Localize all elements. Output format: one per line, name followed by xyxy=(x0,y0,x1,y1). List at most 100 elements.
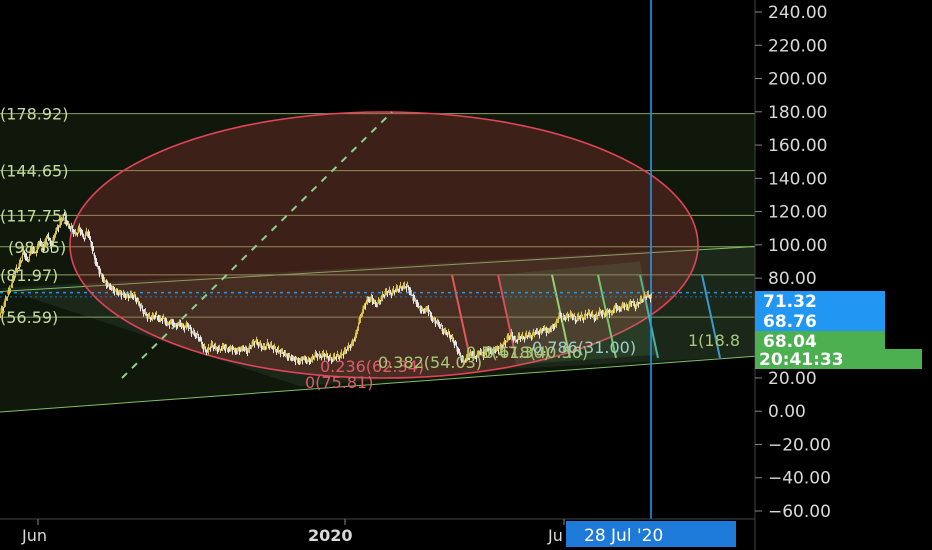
candle-body xyxy=(383,294,385,296)
candle-body xyxy=(592,315,594,317)
candle-body xyxy=(553,326,555,328)
candle-body xyxy=(169,322,171,324)
candle-body xyxy=(192,330,194,333)
candle-body xyxy=(92,249,94,252)
candle-body xyxy=(432,317,434,319)
candle-body xyxy=(342,353,344,356)
candle-body xyxy=(20,260,22,262)
fib-level-label: (117.75) xyxy=(0,206,68,225)
candle-body xyxy=(257,343,259,347)
candle-body xyxy=(423,311,425,314)
candle-body xyxy=(529,334,531,336)
candle-body xyxy=(627,307,629,309)
crosshair-date-label: 28 Jul '20 xyxy=(584,526,663,546)
candle-body xyxy=(376,303,378,305)
candle-body xyxy=(521,335,523,338)
candle-body xyxy=(557,317,559,320)
candle-body xyxy=(414,298,416,300)
candle-body xyxy=(619,309,621,311)
candle-body xyxy=(356,329,358,333)
candle-body xyxy=(264,347,266,349)
candle-body xyxy=(405,286,407,289)
candle-body xyxy=(632,301,634,303)
candle-body xyxy=(645,296,647,299)
y-tick-label: −60.00 xyxy=(768,502,831,522)
candle-body xyxy=(586,314,588,316)
candle-body xyxy=(641,299,643,302)
candle-body xyxy=(647,293,649,295)
candle-body xyxy=(259,343,261,345)
candle-body xyxy=(436,320,438,323)
candle-body xyxy=(137,300,139,302)
candle-body xyxy=(313,356,315,358)
candle-body xyxy=(182,326,184,329)
candle-body xyxy=(57,228,59,230)
candle-body xyxy=(75,234,77,236)
candle-body xyxy=(84,234,86,237)
candle-body xyxy=(401,287,403,290)
candle-body xyxy=(366,297,368,302)
y-tick-label: −20.00 xyxy=(768,435,831,455)
candle-body xyxy=(386,292,388,294)
candle-body xyxy=(188,326,190,328)
candle-body xyxy=(214,345,216,348)
candle-body xyxy=(71,228,73,230)
candle-body xyxy=(541,330,543,332)
candle-body xyxy=(285,353,287,355)
candle-body xyxy=(215,347,217,349)
candle-body xyxy=(360,316,362,318)
candle-body xyxy=(273,346,275,348)
candle-body xyxy=(379,301,381,303)
candle-body xyxy=(611,312,613,314)
candle-body xyxy=(265,345,267,347)
candle-body xyxy=(292,356,294,359)
candle-body xyxy=(302,358,304,360)
candle-body xyxy=(364,305,366,307)
candle-body xyxy=(531,336,533,338)
candle-body xyxy=(403,284,405,287)
candle-body xyxy=(254,341,256,343)
candle-body xyxy=(168,323,170,326)
candle-body xyxy=(88,234,90,238)
candle-body xyxy=(516,340,518,342)
candle-body xyxy=(584,313,586,317)
candle-body xyxy=(296,358,298,361)
candle-body xyxy=(28,256,30,259)
candle-body xyxy=(345,350,347,352)
candle-body xyxy=(406,284,408,287)
chart-canvas[interactable]: (178.92) (144.65) (117.75) (98.85) (81.97) (5… xyxy=(0,0,932,550)
candle-body xyxy=(301,359,303,362)
candle-body xyxy=(211,343,213,345)
candle-body xyxy=(630,303,632,305)
candle-body xyxy=(176,325,178,327)
candle-body xyxy=(582,317,584,321)
candle-body xyxy=(54,233,56,236)
candle-body xyxy=(189,328,191,330)
candle-body xyxy=(181,324,183,326)
candle-body xyxy=(359,315,361,320)
candle-body xyxy=(136,299,138,301)
candle-body xyxy=(274,348,276,350)
candle-body xyxy=(573,316,575,318)
candle-body xyxy=(440,325,442,327)
candle-body xyxy=(155,313,157,315)
fib-level-label: (144.65) xyxy=(0,162,68,181)
candle-body xyxy=(244,347,246,349)
candle-body xyxy=(597,314,599,316)
candle-body xyxy=(118,290,120,293)
candle-body xyxy=(428,310,430,312)
candle-body xyxy=(140,306,142,308)
candle-body xyxy=(163,317,165,319)
candle-body xyxy=(174,324,176,326)
candle-body xyxy=(312,358,314,360)
candle-body xyxy=(610,310,612,313)
candle-body xyxy=(209,347,211,349)
candle-body xyxy=(225,346,227,348)
y-tick-label: 140.00 xyxy=(768,169,827,189)
candle-body xyxy=(228,349,230,351)
candle-body xyxy=(288,354,290,357)
candle-body xyxy=(523,338,525,340)
candle-body xyxy=(156,315,158,317)
candle-body xyxy=(107,283,109,285)
candle-body xyxy=(388,289,390,292)
